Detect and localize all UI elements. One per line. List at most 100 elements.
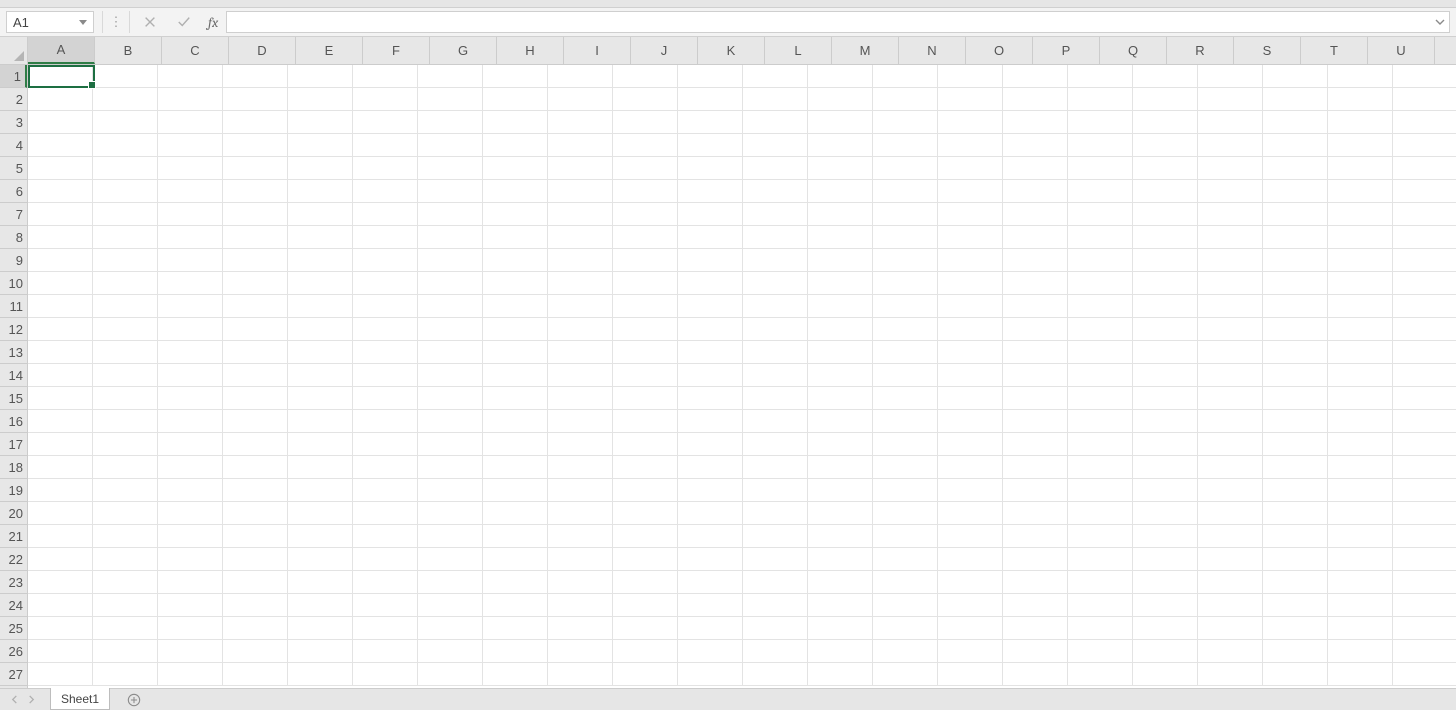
cell[interactable] bbox=[938, 134, 1003, 157]
cell[interactable] bbox=[288, 663, 353, 686]
row-header[interactable]: 1 bbox=[0, 65, 27, 88]
cell[interactable] bbox=[938, 88, 1003, 111]
cell[interactable] bbox=[1068, 594, 1133, 617]
cell[interactable] bbox=[353, 111, 418, 134]
cell[interactable] bbox=[223, 157, 288, 180]
cell[interactable] bbox=[28, 663, 93, 686]
cell[interactable] bbox=[548, 433, 613, 456]
cell[interactable] bbox=[158, 479, 223, 502]
cell[interactable] bbox=[613, 226, 678, 249]
cell[interactable] bbox=[93, 134, 158, 157]
cell[interactable] bbox=[418, 341, 483, 364]
cell[interactable] bbox=[158, 295, 223, 318]
cell[interactable] bbox=[743, 249, 808, 272]
cell[interactable] bbox=[1068, 341, 1133, 364]
cell[interactable] bbox=[223, 318, 288, 341]
cell[interactable] bbox=[1263, 640, 1328, 663]
cell[interactable] bbox=[288, 525, 353, 548]
cell[interactable] bbox=[1198, 65, 1263, 88]
cell[interactable] bbox=[548, 387, 613, 410]
cell[interactable] bbox=[938, 203, 1003, 226]
cell[interactable] bbox=[1263, 663, 1328, 686]
cell[interactable] bbox=[1003, 295, 1068, 318]
cell[interactable] bbox=[1393, 318, 1456, 341]
cell[interactable] bbox=[483, 410, 548, 433]
cell[interactable] bbox=[353, 203, 418, 226]
cell[interactable] bbox=[1328, 134, 1393, 157]
row-header[interactable]: 16 bbox=[0, 410, 27, 433]
row-header[interactable]: 19 bbox=[0, 479, 27, 502]
cell[interactable] bbox=[223, 387, 288, 410]
cell[interactable] bbox=[418, 318, 483, 341]
cell[interactable] bbox=[1198, 525, 1263, 548]
cell[interactable] bbox=[613, 134, 678, 157]
cell[interactable] bbox=[678, 571, 743, 594]
cell[interactable] bbox=[158, 272, 223, 295]
cell[interactable] bbox=[1003, 157, 1068, 180]
cell[interactable] bbox=[1328, 479, 1393, 502]
cell[interactable] bbox=[1198, 318, 1263, 341]
cell[interactable] bbox=[288, 272, 353, 295]
cell[interactable] bbox=[873, 640, 938, 663]
cell[interactable] bbox=[743, 594, 808, 617]
cell[interactable] bbox=[158, 571, 223, 594]
column-header[interactable]: N bbox=[899, 37, 966, 64]
cell[interactable] bbox=[1003, 387, 1068, 410]
cell[interactable] bbox=[28, 548, 93, 571]
cell[interactable] bbox=[938, 226, 1003, 249]
column-header[interactable]: T bbox=[1301, 37, 1368, 64]
column-header[interactable]: L bbox=[765, 37, 832, 64]
cell[interactable] bbox=[938, 341, 1003, 364]
row-header[interactable]: 7 bbox=[0, 203, 27, 226]
cell[interactable] bbox=[1003, 180, 1068, 203]
cell[interactable] bbox=[28, 525, 93, 548]
cell[interactable] bbox=[288, 65, 353, 88]
cell[interactable] bbox=[1263, 456, 1328, 479]
cell[interactable] bbox=[1198, 433, 1263, 456]
cell[interactable] bbox=[1393, 433, 1456, 456]
cell[interactable] bbox=[1068, 433, 1133, 456]
cell[interactable] bbox=[223, 65, 288, 88]
cell[interactable] bbox=[1003, 640, 1068, 663]
cell[interactable] bbox=[223, 203, 288, 226]
cell[interactable] bbox=[1133, 479, 1198, 502]
column-header[interactable]: E bbox=[296, 37, 363, 64]
cell[interactable] bbox=[288, 479, 353, 502]
column-header[interactable]: S bbox=[1234, 37, 1301, 64]
row-header[interactable]: 8 bbox=[0, 226, 27, 249]
cell[interactable] bbox=[1393, 203, 1456, 226]
cell[interactable] bbox=[418, 249, 483, 272]
cell[interactable] bbox=[1068, 387, 1133, 410]
cancel-formula-button[interactable] bbox=[138, 11, 162, 33]
cell[interactable] bbox=[1393, 341, 1456, 364]
cell[interactable] bbox=[158, 318, 223, 341]
cell[interactable] bbox=[1328, 617, 1393, 640]
cell[interactable] bbox=[873, 433, 938, 456]
cell[interactable] bbox=[28, 571, 93, 594]
cell[interactable] bbox=[93, 525, 158, 548]
cell[interactable] bbox=[1003, 410, 1068, 433]
cell[interactable] bbox=[743, 571, 808, 594]
cell[interactable] bbox=[1068, 456, 1133, 479]
cell[interactable] bbox=[93, 640, 158, 663]
cell[interactable] bbox=[1003, 456, 1068, 479]
cell[interactable] bbox=[93, 272, 158, 295]
cell[interactable] bbox=[1068, 548, 1133, 571]
cell[interactable] bbox=[743, 318, 808, 341]
cell[interactable] bbox=[808, 88, 873, 111]
cell[interactable] bbox=[93, 180, 158, 203]
cell[interactable] bbox=[938, 571, 1003, 594]
cell[interactable] bbox=[1198, 663, 1263, 686]
name-box[interactable]: A1 bbox=[6, 11, 94, 33]
cell[interactable] bbox=[1198, 594, 1263, 617]
cell[interactable] bbox=[1328, 65, 1393, 88]
cell[interactable] bbox=[938, 479, 1003, 502]
cell[interactable] bbox=[1133, 548, 1198, 571]
cell[interactable] bbox=[613, 640, 678, 663]
cell[interactable] bbox=[1393, 456, 1456, 479]
cell[interactable] bbox=[1068, 364, 1133, 387]
cell[interactable] bbox=[1263, 364, 1328, 387]
cell[interactable] bbox=[288, 203, 353, 226]
cell[interactable] bbox=[1068, 157, 1133, 180]
cell[interactable] bbox=[613, 180, 678, 203]
